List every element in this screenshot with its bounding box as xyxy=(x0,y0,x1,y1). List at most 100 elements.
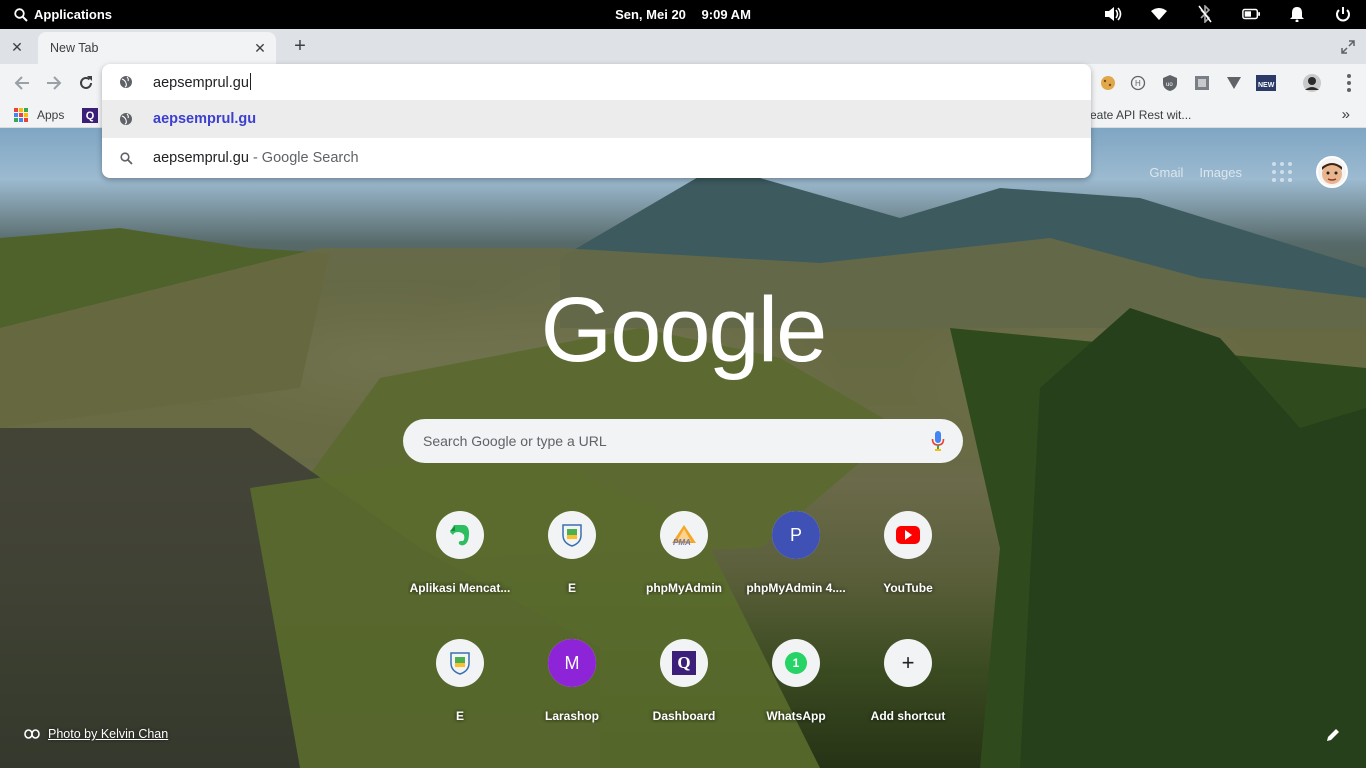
shortcut-whatsapp[interactable]: 1 WhatsApp xyxy=(740,632,852,760)
crest-icon xyxy=(548,511,596,559)
restore-window-icon[interactable] xyxy=(1340,39,1356,55)
google-logo: Google xyxy=(540,279,828,381)
wifi-icon[interactable] xyxy=(1150,5,1168,23)
search-icon xyxy=(14,7,28,22)
new-tab-page: Gmail Images Google Search Google or typ… xyxy=(0,128,1366,768)
photo-credit-link[interactable]: Photo by Kelvin Chan xyxy=(24,727,168,741)
plus-icon: + xyxy=(884,639,932,687)
puzzle-icon[interactable] xyxy=(1192,73,1212,93)
svg-text:PMA: PMA xyxy=(673,538,691,547)
applications-label: Applications xyxy=(34,7,113,22)
images-link[interactable]: Images xyxy=(1199,165,1242,180)
search-placeholder: Search Google or type a URL xyxy=(423,433,607,449)
microphone-icon[interactable] xyxy=(931,430,945,452)
tab-new-tab[interactable]: New Tab ✕ xyxy=(38,32,276,64)
pma-icon: PMA xyxy=(660,511,708,559)
time-text: 9:09 AM xyxy=(701,7,751,22)
shortcut-e-1[interactable]: E xyxy=(516,504,628,632)
power-icon[interactable] xyxy=(1334,5,1352,23)
bookmark-apps[interactable]: Apps xyxy=(14,108,64,122)
globe-icon xyxy=(119,75,133,89)
shortcut-label: Aplikasi Mencat... xyxy=(409,581,511,595)
volume-icon[interactable] xyxy=(1104,5,1122,23)
whatsapp-icon: 1 xyxy=(772,639,820,687)
shortcut-larashop[interactable]: M Larashop xyxy=(516,632,628,760)
shortcut-phpmyadmin[interactable]: PMA phpMyAdmin xyxy=(628,504,740,632)
search-icon xyxy=(119,151,133,165)
battery-icon[interactable] xyxy=(1242,5,1260,23)
top-links: Gmail Images xyxy=(1149,156,1366,188)
shortcut-label: Dashboard xyxy=(652,709,716,723)
shortcut-label: E xyxy=(567,581,576,595)
bookmarks-overflow-icon[interactable]: » xyxy=(1342,106,1350,123)
shortcut-label: YouTube xyxy=(883,581,933,595)
shortcut-dashboard[interactable]: Q Dashboard xyxy=(628,632,740,760)
shortcut-aplikasi[interactable]: Aplikasi Mencat... xyxy=(404,504,516,632)
new-tab-button[interactable]: + xyxy=(289,35,311,57)
letter-m-icon: M xyxy=(548,639,596,687)
bookmark-q-icon[interactable]: Q xyxy=(82,108,98,123)
close-window-icon[interactable]: ✕ xyxy=(8,38,26,56)
ntp-search-input[interactable]: Search Google or type a URL xyxy=(403,419,963,463)
reload-icon xyxy=(80,76,92,89)
ublock-icon[interactable]: uo xyxy=(1160,73,1180,93)
profile-icon[interactable] xyxy=(1302,73,1322,93)
account-avatar[interactable] xyxy=(1316,156,1348,188)
date-text: Sen, Mei 20 xyxy=(615,7,686,22)
omnibox-dropdown: aepsemprul.gu aepsemprul.gu aepsemprul.g… xyxy=(102,64,1091,178)
q-icon: Q xyxy=(660,639,708,687)
forward-button[interactable] xyxy=(42,71,66,95)
youtube-icon xyxy=(884,511,932,559)
svg-text:H: H xyxy=(1135,79,1141,88)
h-icon[interactable]: H xyxy=(1128,73,1148,93)
text-caret xyxy=(249,73,251,90)
new-badge-icon[interactable]: NEW xyxy=(1256,73,1276,93)
omnibox-suggestion-url[interactable]: aepsemprul.gu xyxy=(102,100,1091,138)
system-tray xyxy=(1104,5,1352,23)
evernote-icon xyxy=(436,511,484,559)
customize-pencil-icon[interactable] xyxy=(1326,728,1340,742)
notifications-icon[interactable] xyxy=(1288,5,1306,23)
link-icon xyxy=(24,729,40,739)
suggestion-search-sub: - Google Search xyxy=(248,150,359,166)
omnibox-input[interactable]: aepsemprul.gu xyxy=(102,64,1091,100)
reload-button[interactable] xyxy=(74,71,98,95)
arrow-left-icon xyxy=(14,76,29,90)
applications-menu[interactable]: Applications xyxy=(0,7,112,22)
omnibox-text: aepsemprul.gu xyxy=(153,75,249,91)
globe-icon xyxy=(119,112,133,126)
bookmark-api-rest[interactable]: reate API Rest wit... xyxy=(1086,108,1191,122)
shortcut-label: WhatsApp xyxy=(766,709,826,723)
shortcut-e-2[interactable]: E xyxy=(404,632,516,760)
menu-icon[interactable] xyxy=(1346,74,1352,92)
shortcut-label: Add shortcut xyxy=(870,709,946,723)
crest-icon xyxy=(436,639,484,687)
bluetooth-off-icon[interactable] xyxy=(1196,5,1214,23)
suggestion-search-text: aepsemprul.gu xyxy=(153,150,249,166)
gmail-link[interactable]: Gmail xyxy=(1149,165,1183,180)
system-panel: Applications Sen, Mei 20 9:09 AM xyxy=(0,0,1366,29)
svg-text:uo: uo xyxy=(1166,82,1173,88)
shortcut-phpmyadmin-4[interactable]: P phpMyAdmin 4.... xyxy=(740,504,852,632)
svg-text:NEW: NEW xyxy=(1258,82,1275,89)
shortcut-add[interactable]: + Add shortcut xyxy=(852,632,964,760)
shortcut-youtube[interactable]: YouTube xyxy=(852,504,964,632)
avatar-face-icon xyxy=(1322,163,1342,184)
shortcut-label: Larashop xyxy=(544,709,599,723)
tab-strip: ✕ New Tab ✕ + xyxy=(0,29,1366,64)
suggestion-url-text: aepsemprul.gu xyxy=(153,111,257,127)
tab-title: New Tab xyxy=(50,41,99,55)
apps-launcher-icon[interactable] xyxy=(1270,160,1294,184)
letter-p-icon: P xyxy=(772,511,820,559)
v-icon[interactable] xyxy=(1224,73,1244,93)
photo-credit-text: Photo by Kelvin Chan xyxy=(48,727,169,741)
cookie-icon[interactable] xyxy=(1098,73,1118,93)
shortcut-label: E xyxy=(455,709,464,723)
apps-grid-icon xyxy=(14,108,28,122)
shortcut-label: phpMyAdmin 4.... xyxy=(746,581,846,595)
omnibox-suggestion-search[interactable]: aepsemprul.gu - Google Search xyxy=(102,138,1091,178)
back-button[interactable] xyxy=(10,71,34,95)
apps-label: Apps xyxy=(37,108,65,122)
tab-close-icon[interactable]: ✕ xyxy=(252,40,268,56)
arrow-right-icon xyxy=(47,76,62,90)
